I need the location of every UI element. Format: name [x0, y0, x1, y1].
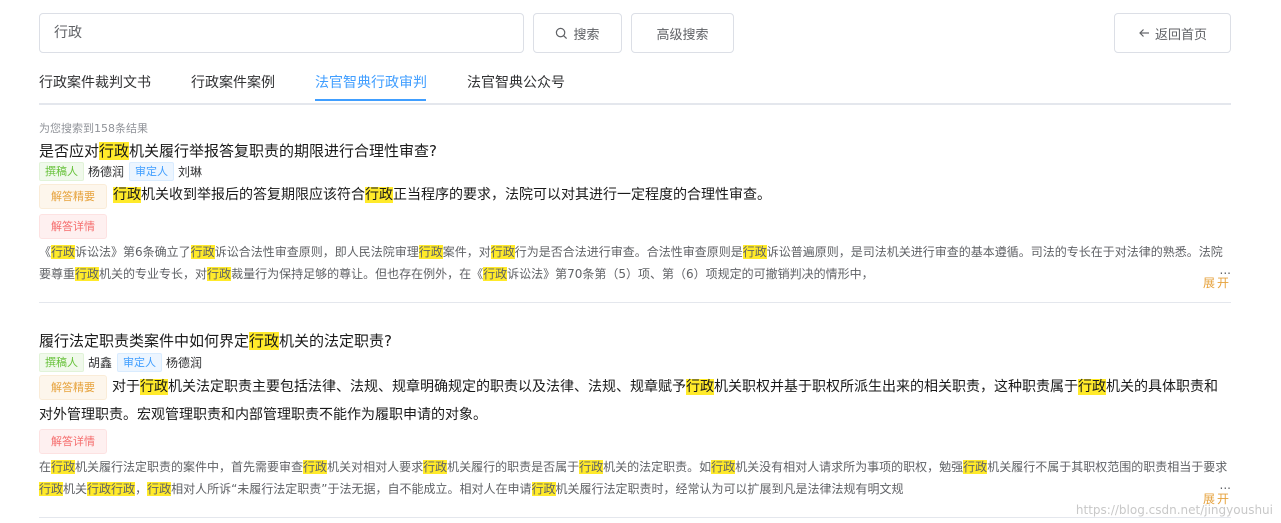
result-divider [39, 517, 1231, 518]
tab-public-account[interactable]: 法官智典公众号 [467, 72, 565, 92]
result-summary: 行政机关收到举报后的答复期限应该符合行政正当程序的要求，法院可以对其进行一定程度… [113, 187, 771, 203]
search-input[interactable]: 行政 [39, 13, 524, 53]
keyword-highlight: 行政 [483, 267, 508, 281]
keyword-highlight: 行政 [418, 245, 443, 259]
author-tag: 撰稿人 [39, 352, 84, 372]
expand-button[interactable]: 展开 [1203, 274, 1231, 291]
author-name: 杨德润 [88, 164, 125, 179]
advanced-search-button[interactable]: 高级搜索 [631, 13, 734, 53]
detail-label: 解答详情 [39, 429, 107, 454]
result-title[interactable]: 履行法定职责类案件中如何界定行政机关的法定职责? [39, 330, 392, 351]
result-summary: 对于行政机关法定职责主要包括法律、法规、规章明确规定的职责以及法律、法规、规章赋… [39, 379, 1218, 423]
keyword-highlight: 行政 [111, 482, 136, 496]
tab-judge-admin[interactable]: 法官智典行政审判 [315, 72, 427, 92]
detail-label: 解答详情 [39, 214, 107, 239]
reviewer-name: 刘琳 [178, 164, 203, 179]
author-name: 胡鑫 [88, 355, 113, 370]
keyword-highlight: 行政 [39, 482, 64, 496]
keyword-highlight: 行政 [423, 460, 448, 474]
keyword-highlight: 行政 [490, 245, 515, 259]
keyword-highlight: 行政 [742, 245, 767, 259]
summary-label: 解答精要 [39, 184, 107, 209]
tab-bar: 行政案件裁判文书 行政案件案例 法官智典行政审判 法官智典公众号 [39, 64, 1231, 105]
keyword-highlight: 行政 [140, 379, 168, 395]
keyword-highlight: 行政 [113, 187, 141, 203]
keyword-highlight: 行政 [75, 267, 100, 281]
tab-cases[interactable]: 行政案件案例 [191, 72, 275, 92]
result-divider [39, 302, 1231, 303]
reviewer-name: 杨德润 [166, 355, 203, 370]
keyword-highlight: 行政 [249, 332, 280, 350]
reviewer-tag: 审定人 [117, 352, 163, 372]
search-button-label: 搜索 [573, 27, 600, 43]
arrow-left-icon [1139, 29, 1149, 37]
result-title[interactable]: 是否应对行政机关履行举报答复职责的期限进行合理性审查? [39, 140, 437, 161]
result-meta: 撰稿人 胡鑫 审定人 杨德润 [39, 352, 207, 372]
advanced-search-label: 高级搜索 [656, 27, 709, 43]
result-detail: 在行政机关履行法定职责的案件中，首先需要审查行政机关对相对人要求行政机关履行的职… [39, 460, 1228, 496]
back-home-label: 返回首页 [1154, 27, 1207, 43]
keyword-highlight: 行政 [147, 482, 172, 496]
result-detail: 《行政诉讼法》第6条确立了行政诉讼合法性审查原则，即人民法院审理行政案件，对行政… [39, 245, 1223, 281]
keyword-highlight: 行政 [303, 460, 328, 474]
search-icon [556, 27, 568, 39]
watermark: https://blog.csdn.net/jingyoushui [1075, 503, 1273, 517]
keyword-highlight: 行政 [87, 482, 112, 496]
keyword-highlight: 行政 [190, 245, 215, 259]
search-button[interactable]: 搜索 [533, 13, 622, 53]
keyword-highlight: 行政 [531, 482, 556, 496]
keyword-highlight: 行政 [51, 460, 76, 474]
active-tab-indicator [315, 99, 426, 101]
reviewer-tag: 审定人 [129, 161, 175, 181]
back-home-button[interactable]: 返回首页 [1114, 13, 1231, 53]
result-count: 为您搜索到158条结果 [39, 122, 148, 135]
keyword-highlight: 行政 [963, 460, 988, 474]
result-meta: 撰稿人 杨德润 审定人 刘琳 [39, 161, 207, 181]
keyword-highlight: 行政 [99, 142, 130, 160]
author-tag: 撰稿人 [39, 161, 84, 181]
keyword-highlight: 行政 [365, 187, 393, 203]
tab-judgments[interactable]: 行政案件裁判文书 [39, 72, 151, 92]
keyword-highlight: 行政 [711, 460, 736, 474]
keyword-highlight: 行政 [51, 245, 76, 259]
keyword-highlight: 行政 [207, 267, 232, 281]
keyword-highlight: 行政 [686, 379, 714, 395]
keyword-highlight: 行政 [579, 460, 604, 474]
keyword-highlight: 行政 [1078, 379, 1106, 395]
